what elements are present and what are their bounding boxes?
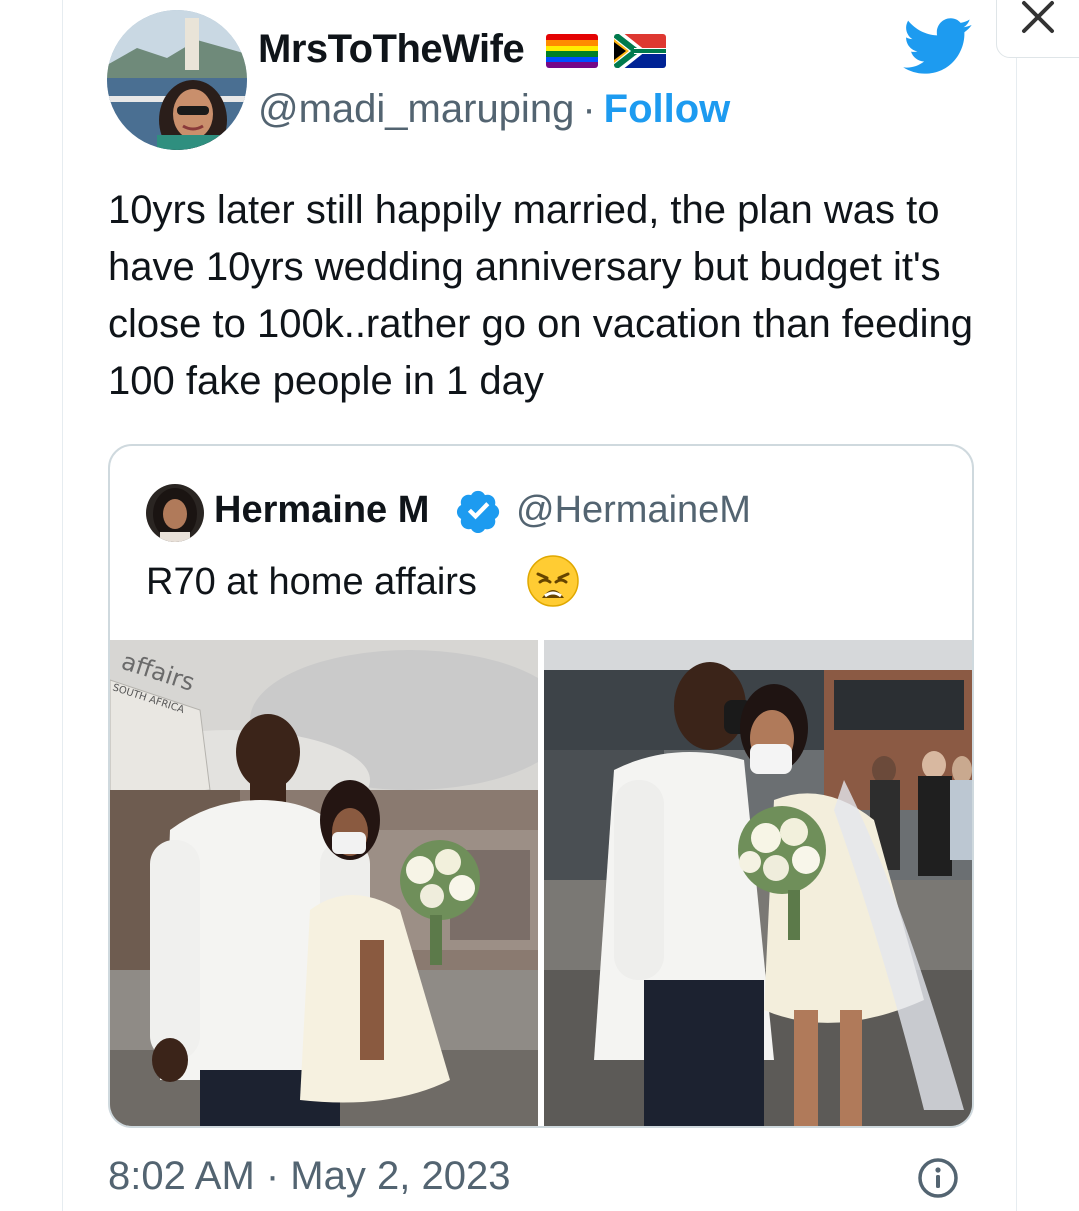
tweet-timestamp[interactable]: 8:02 AM · May 2, 2023	[108, 1150, 510, 1202]
info-icon[interactable]	[916, 1156, 960, 1200]
twitter-bird-icon[interactable]	[903, 18, 973, 76]
quoted-author-avatar[interactable]	[146, 484, 204, 542]
follow-button[interactable]: Follow	[604, 87, 731, 131]
rainbow-flag-icon	[546, 34, 598, 68]
quoted-tweet-text: R70 at home affairs	[146, 561, 477, 603]
weary-face-icon	[527, 555, 579, 607]
south-africa-flag-icon	[614, 34, 666, 68]
author-avatar[interactable]	[107, 10, 247, 150]
author-handle-line: @madi_maruping · Follow	[258, 84, 730, 134]
author-name[interactable]: MrsToTheWife	[258, 24, 525, 74]
quoted-author-name[interactable]: Hermaine M	[214, 486, 429, 534]
quoted-photo-2[interactable]	[544, 640, 972, 1126]
author-handle[interactable]: @madi_maruping	[258, 87, 574, 131]
verified-badge-icon	[456, 490, 500, 534]
card-border	[1016, 58, 1017, 1211]
close-icon[interactable]	[1018, 0, 1058, 34]
tweet-embed: MrsToTheWife @madi_maruping · Follow 10y…	[0, 0, 1079, 1211]
card-border	[62, 0, 63, 1211]
tweet-text: 10yrs later still happily married, the p…	[108, 188, 974, 403]
quoted-tweet[interactable]: Hermaine M @HermaineM R70 at home affair…	[108, 444, 974, 1128]
quoted-photo-1[interactable]: affairs SOUTH AFRICA	[110, 640, 538, 1126]
separator-dot: ·	[582, 87, 596, 131]
quoted-author-handle[interactable]: @HermaineM	[516, 486, 751, 534]
